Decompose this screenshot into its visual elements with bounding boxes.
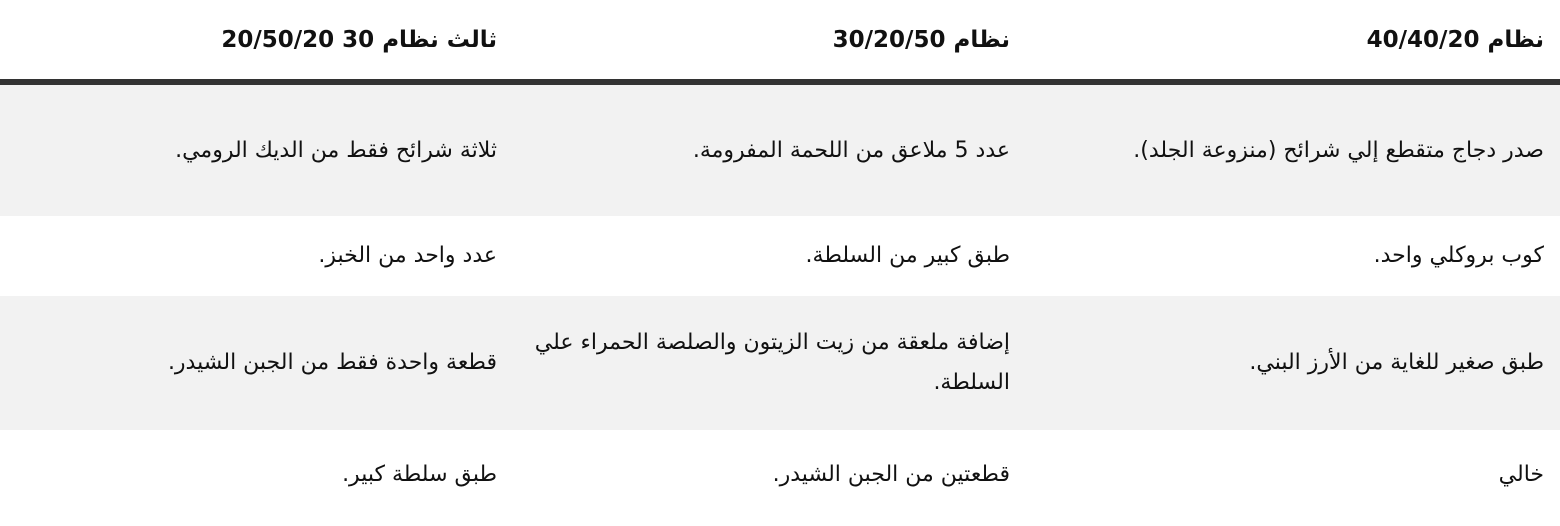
table-row: طبق صغير للغاية من الأرز البني. إضافة مل… [0,296,1560,430]
header-40-40-20: نظام 40/40/20 [1026,0,1560,85]
table-cell: قطعتين من الجبن الشيدر. [513,430,1026,520]
header-row: نظام 40/40/20 نظام 30/20/50 ثالث نظام 30… [0,0,1560,85]
table-cell: خالي [1026,430,1560,520]
table-cell: عدد 5 ملاعق من اللحمة المفرومة. [513,82,1026,216]
table-cell: كوب بروكلي واحد. [1026,216,1560,296]
header-30-20-50: نظام 30/20/50 [513,0,1026,85]
table-cell: صدر دجاج متقطع إلي شرائح (منزوعة الجلد). [1026,82,1560,216]
header-30-20-50-20: ثالث نظام 30 20/50/20 [0,0,513,85]
table-cell: قطعة واحدة فقط من الجبن الشيدر. [0,296,513,430]
table-row: خالي قطعتين من الجبن الشيدر. طبق سلطة كب… [0,430,1560,520]
table-cell: طبق سلطة كبير. [0,430,513,520]
table-cell: طبق كبير من السلطة. [513,216,1026,296]
diet-systems-table: نظام 40/40/20 نظام 30/20/50 ثالث نظام 30… [0,0,1560,520]
table-row: كوب بروكلي واحد. طبق كبير من السلطة. عدد… [0,216,1560,296]
table-header: نظام 40/40/20 نظام 30/20/50 ثالث نظام 30… [0,0,1560,85]
table-cell: طبق صغير للغاية من الأرز البني. [1026,296,1560,430]
table-row: صدر دجاج متقطع إلي شرائح (منزوعة الجلد).… [0,82,1560,216]
table-cell: إضافة ملعقة من زيت الزيتون والصلصة الحمر… [513,296,1026,430]
table-cell: ثلاثة شرائح فقط من الديك الرومي. [0,82,513,216]
table-cell: عدد واحد من الخبز. [0,216,513,296]
table-body: صدر دجاج متقطع إلي شرائح (منزوعة الجلد).… [0,82,1560,520]
